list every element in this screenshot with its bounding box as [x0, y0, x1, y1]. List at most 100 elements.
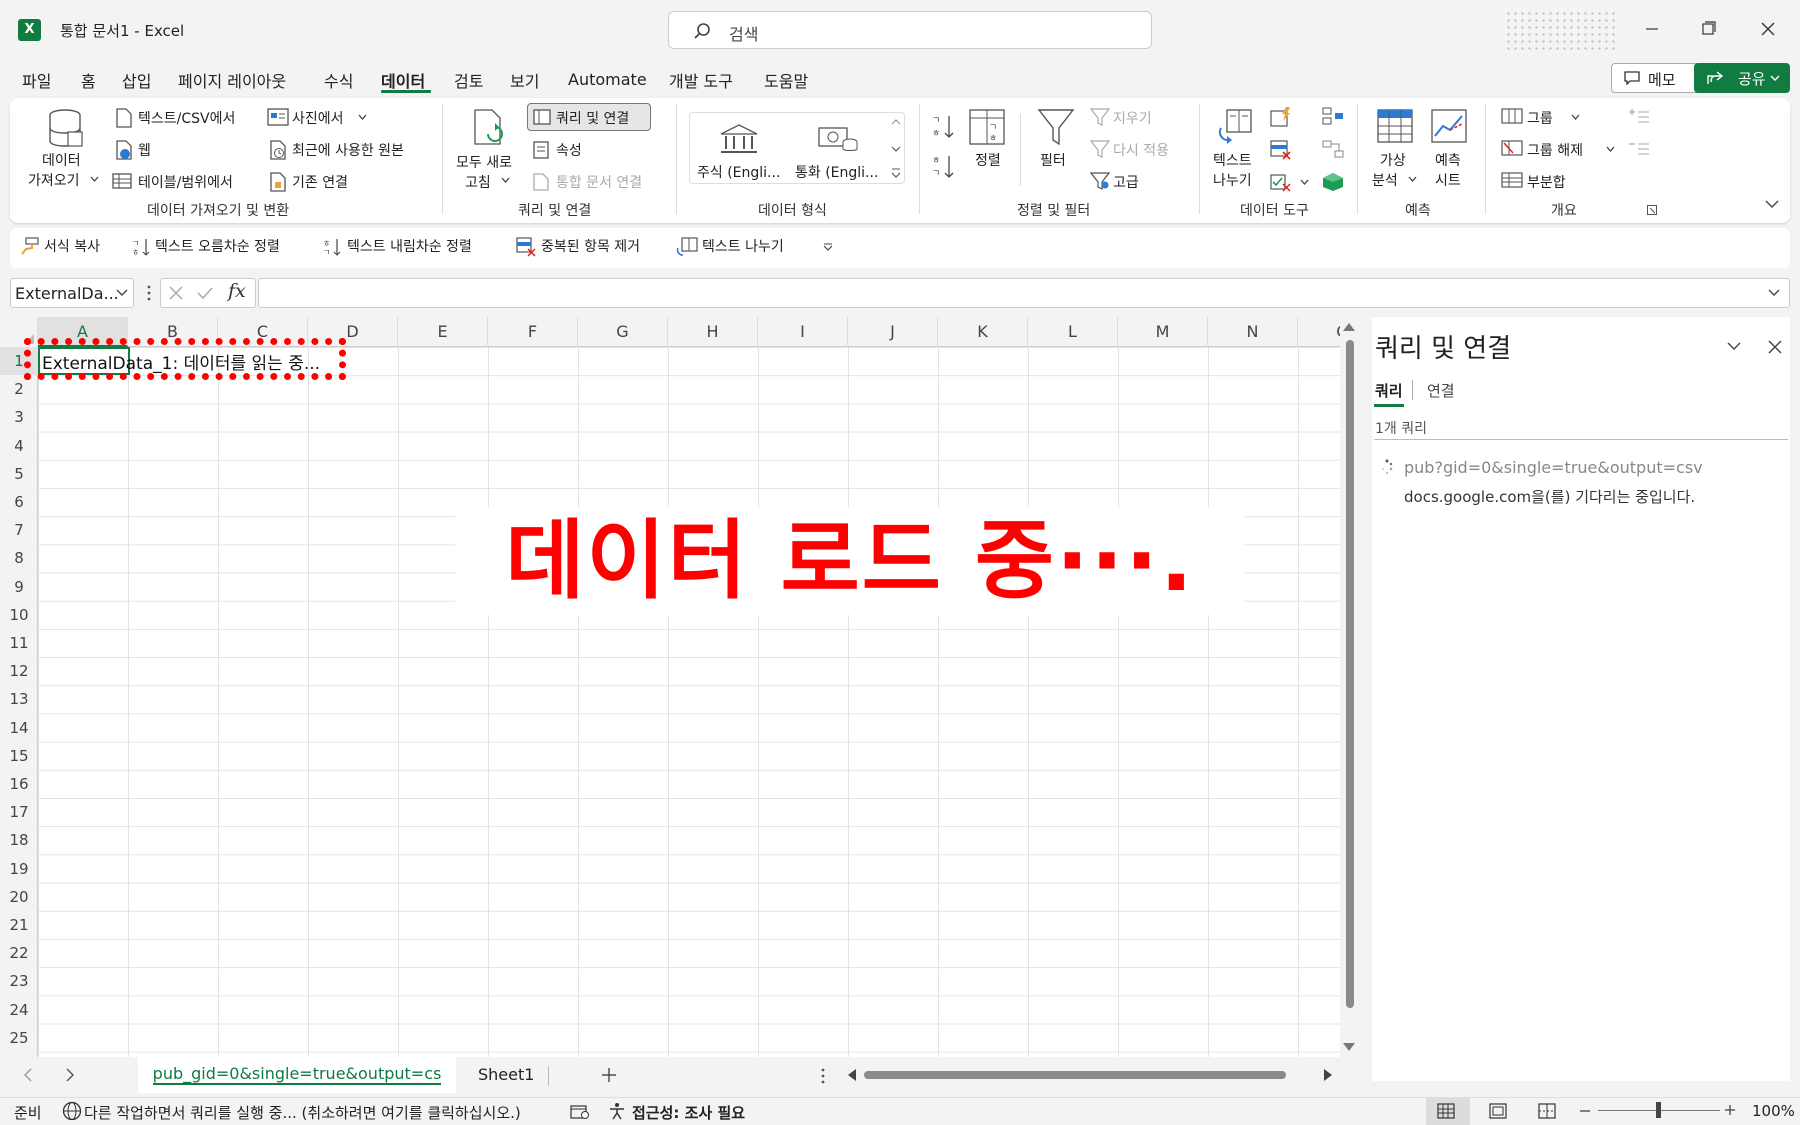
- menu-formulas[interactable]: 수식: [324, 68, 353, 92]
- row-header[interactable]: 7: [0, 516, 38, 544]
- forecast-sheet-label-1[interactable]: 예측: [1435, 150, 1461, 170]
- reapply-button[interactable]: 다시 적용: [1113, 140, 1169, 160]
- chevron-down-icon[interactable]: [1727, 342, 1741, 351]
- what-if-label-1[interactable]: 가상: [1380, 150, 1406, 170]
- chevron-right-icon[interactable]: [66, 1068, 74, 1082]
- row-header[interactable]: 3: [0, 403, 38, 431]
- menu-review[interactable]: 검토: [454, 68, 483, 92]
- row-header[interactable]: 13: [0, 685, 38, 713]
- remove-duplicates-button[interactable]: 중복된 항목 제거: [541, 236, 640, 256]
- currencies-data-type[interactable]: 통화 (Engli...: [795, 162, 878, 182]
- row-header[interactable]: 10: [0, 601, 38, 629]
- cancel-icon[interactable]: [168, 285, 184, 301]
- row-header[interactable]: 15: [0, 742, 38, 770]
- enter-icon[interactable]: [196, 285, 214, 301]
- web-button[interactable]: 웹: [138, 140, 151, 160]
- column-header[interactable]: M: [1118, 317, 1208, 347]
- row-header[interactable]: 6: [0, 488, 38, 516]
- ungroup-button[interactable]: 그룹 해제: [1527, 140, 1583, 160]
- sort-asc-button[interactable]: 텍스트 오름차순 정렬: [155, 236, 280, 256]
- forecast-sheet-label-2[interactable]: 시트: [1435, 170, 1461, 190]
- row-header[interactable]: 9: [0, 573, 38, 601]
- search-input[interactable]: 검색: [668, 11, 1152, 49]
- chevron-down-icon[interactable]: [1770, 75, 1780, 81]
- zoom-level[interactable]: 100%: [1752, 1102, 1795, 1120]
- existing-connections-button[interactable]: 기존 연결: [292, 172, 348, 192]
- sort-desc-button[interactable]: 텍스트 내림차순 정렬: [347, 236, 472, 256]
- recent-sources-button[interactable]: 최근에 사용한 원본: [292, 140, 404, 160]
- insert-function-button[interactable]: fx: [228, 280, 246, 302]
- row-header[interactable]: 25: [0, 1024, 38, 1052]
- dialog-launcher-icon[interactable]: [1647, 205, 1657, 215]
- menu-automate[interactable]: Automate: [568, 70, 647, 89]
- worksheet-grid[interactable]: A B C D E F G H I J K L M N O 1 2 3 4 5 …: [0, 317, 1340, 1057]
- query-item-name[interactable]: pub?gid=0&single=true&output=csv: [1404, 458, 1703, 477]
- column-header[interactable]: G: [578, 317, 668, 347]
- column-header[interactable]: K: [938, 317, 1028, 347]
- row-header[interactable]: 18: [0, 826, 38, 854]
- cell-area[interactable]: [38, 347, 1340, 1057]
- row-header[interactable]: 14: [0, 714, 38, 742]
- more-options-icon[interactable]: [146, 284, 152, 302]
- zoom-slider-thumb[interactable]: [1656, 1102, 1661, 1118]
- clear-button[interactable]: 지우기: [1113, 108, 1152, 128]
- row-header[interactable]: 8: [0, 544, 38, 572]
- chevron-down-icon[interactable]: [501, 177, 510, 183]
- menu-file[interactable]: 파일: [22, 68, 51, 92]
- row-header[interactable]: 5: [0, 460, 38, 488]
- page-break-view-icon[interactable]: [1538, 1103, 1556, 1119]
- scroll-left-icon[interactable]: [848, 1069, 856, 1081]
- close-window-button[interactable]: [1746, 14, 1790, 46]
- text-csv-button[interactable]: 텍스트/CSV에서: [138, 108, 235, 128]
- chevron-down-icon[interactable]: [1606, 146, 1615, 152]
- text-to-columns-label-1[interactable]: 텍스트: [1213, 150, 1252, 170]
- column-header[interactable]: H: [668, 317, 758, 347]
- normal-view-icon[interactable]: [1437, 1103, 1455, 1119]
- zoom-out-icon[interactable]: [1580, 1110, 1590, 1112]
- sort-descending-icon[interactable]: ㅎㄱ: [930, 152, 956, 180]
- column-header[interactable]: E: [398, 317, 488, 347]
- row-header[interactable]: 12: [0, 657, 38, 685]
- consolidate-icon[interactable]: [1322, 107, 1344, 125]
- chevron-down-icon[interactable]: [1300, 179, 1309, 185]
- sort-button[interactable]: 정렬: [975, 150, 1001, 170]
- row-header[interactable]: 23: [0, 967, 38, 995]
- menu-data[interactable]: 데이터: [381, 68, 425, 92]
- column-header[interactable]: J: [848, 317, 938, 347]
- menu-page-layout[interactable]: 페이지 레이아웃: [178, 68, 286, 92]
- sort-ascending-icon[interactable]: ㄱㅎ: [930, 112, 956, 140]
- properties-button[interactable]: 속성: [556, 140, 582, 160]
- sort-dialog-icon[interactable]: ㄱㅎ: [968, 108, 1006, 146]
- database-icon[interactable]: [46, 108, 84, 148]
- row-header[interactable]: 24: [0, 996, 38, 1024]
- row-header[interactable]: 19: [0, 855, 38, 883]
- sheet-tab[interactable]: Sheet1: [478, 1065, 534, 1084]
- edit-links-button[interactable]: 통합 문서 연결: [556, 172, 642, 192]
- tab-connections[interactable]: 연결: [1427, 380, 1455, 401]
- more-options-icon[interactable]: [820, 1068, 826, 1084]
- chevron-down-icon[interactable]: [358, 114, 367, 120]
- column-header[interactable]: N: [1208, 317, 1298, 347]
- row-header[interactable]: 17: [0, 798, 38, 826]
- subtotal-button[interactable]: 부분합: [1527, 172, 1566, 192]
- format-painter-button[interactable]: 서식 복사: [44, 236, 100, 256]
- get-data-label-2[interactable]: 가져오기: [28, 170, 80, 190]
- minimize-button[interactable]: [1630, 14, 1674, 46]
- add-sheet-icon[interactable]: [601, 1067, 617, 1083]
- chevron-left-icon[interactable]: [24, 1068, 32, 1082]
- get-data-label-1[interactable]: 데이터: [42, 150, 81, 170]
- memo-button[interactable]: 메모: [1611, 63, 1700, 93]
- menu-home[interactable]: 홈: [81, 68, 96, 92]
- relationships-icon[interactable]: [1322, 140, 1344, 158]
- collapse-ribbon-icon[interactable]: [1765, 200, 1779, 209]
- scroll-up-icon[interactable]: [1343, 323, 1355, 331]
- row-header[interactable]: 11: [0, 629, 38, 657]
- stocks-data-type[interactable]: 주식 (Engli...: [697, 162, 780, 182]
- advanced-button[interactable]: 고급: [1113, 172, 1139, 192]
- column-header[interactable]: O: [1298, 317, 1340, 347]
- from-picture-button[interactable]: 사진에서: [292, 108, 344, 128]
- tab-queries[interactable]: 쿼리: [1375, 380, 1403, 401]
- what-if-icon[interactable]: [1376, 108, 1414, 144]
- sheet-tab-active[interactable]: pub_gid=0&single=true&output=cs: [138, 1057, 456, 1093]
- menu-help[interactable]: 도움말: [764, 68, 808, 92]
